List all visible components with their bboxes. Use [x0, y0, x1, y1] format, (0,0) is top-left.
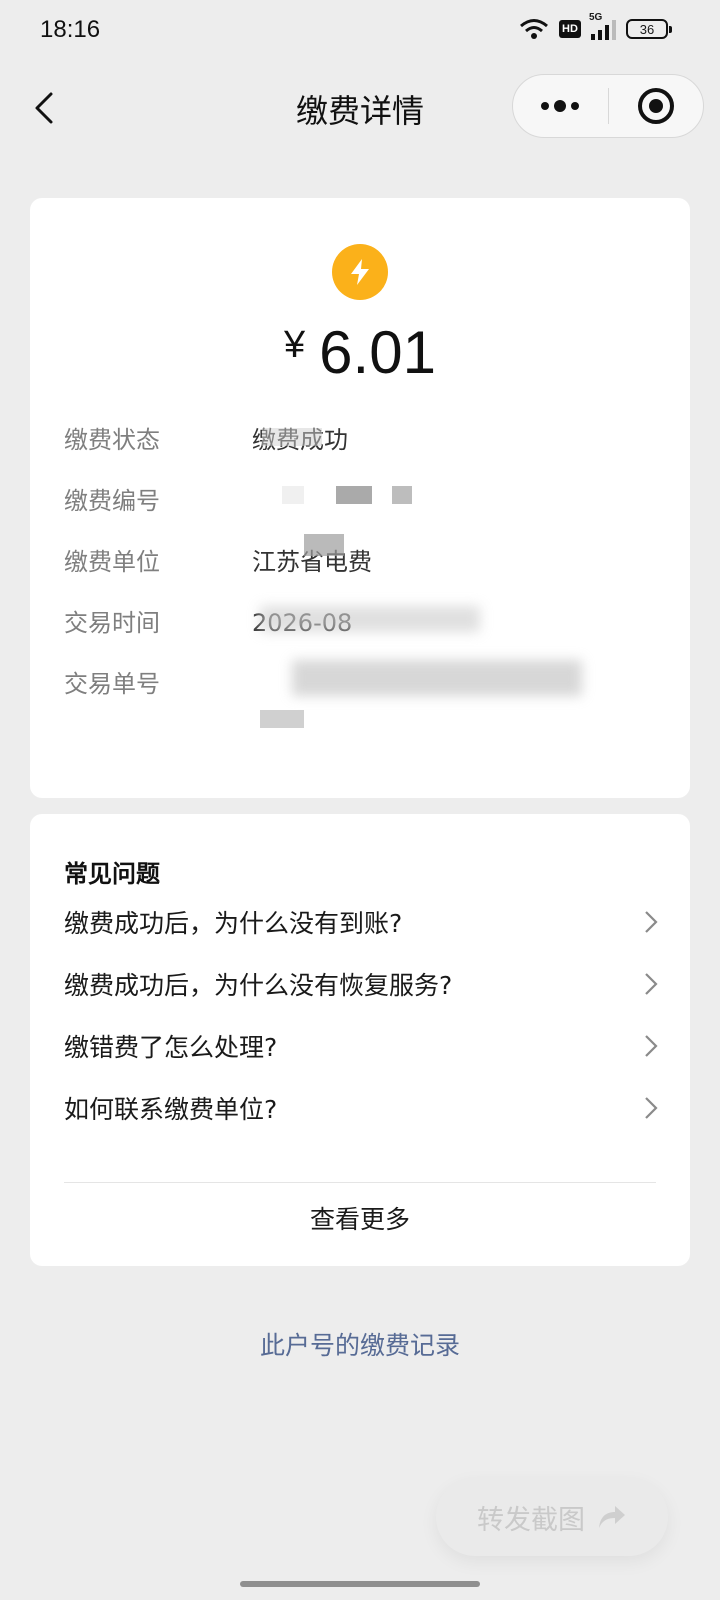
miniprogram-capsule	[512, 74, 704, 138]
currency-symbol: ¥	[284, 324, 306, 366]
chevron-right-icon	[645, 1097, 658, 1119]
faq-item[interactable]: 缴费成功后，为什么没有到账?	[64, 902, 658, 942]
detail-row-transaction: 交易单号	[64, 664, 252, 699]
battery-level: 36	[639, 21, 655, 37]
detail-row-number: 缴费编号	[64, 481, 252, 516]
faq-item[interactable]: 缴费成功后，为什么没有恢复服务?	[64, 964, 658, 1004]
target-close-icon	[637, 88, 674, 124]
payment-detail-card: ¥6.01 缴费状态缴费成功 缴费编号 缴费单位江苏省电费 交易时间2026-0…	[30, 198, 690, 798]
detail-label: 缴费单位	[64, 548, 160, 576]
network-label: 5G	[589, 12, 603, 23]
wifi-icon	[520, 19, 548, 39]
faq-item-label: 缴费成功后，为什么没有恢复服务?	[64, 971, 453, 1000]
chevron-right-icon	[645, 911, 658, 933]
redaction-mask	[260, 606, 480, 632]
detail-label: 交易时间	[64, 609, 160, 637]
redaction-mask	[282, 486, 304, 504]
share-button-label: 转发截图	[477, 1504, 585, 1536]
redaction-mask	[392, 486, 412, 504]
close-button[interactable]	[608, 75, 703, 137]
faq-item-label: 如何联系缴费单位?	[64, 1095, 278, 1124]
home-indicator[interactable]	[240, 1581, 480, 1587]
amount-value: 6.01	[319, 319, 436, 386]
detail-label: 交易单号	[64, 670, 160, 698]
battery-icon: 36	[626, 19, 672, 39]
faq-card: 常见问题 缴费成功后，为什么没有到账? 缴费成功后，为什么没有恢复服务? 缴错费…	[30, 814, 690, 1266]
status-bar: 18:16 HD 5G 36	[0, 0, 720, 64]
signal-icon: 5G	[589, 12, 616, 40]
share-screenshot-button[interactable]: 转发截图	[436, 1478, 668, 1556]
faq-item[interactable]: 缴错费了怎么处理?	[64, 1026, 658, 1066]
chevron-right-icon	[645, 1035, 658, 1057]
more-dots-icon	[541, 100, 580, 112]
faq-divider	[64, 1182, 656, 1183]
detail-label: 缴费状态	[64, 426, 160, 454]
nav-bar: 缴费详情	[0, 64, 720, 152]
more-button[interactable]	[513, 75, 608, 137]
see-more-button[interactable]: 查看更多	[30, 1200, 690, 1236]
lightning-bolt-icon	[332, 244, 388, 300]
status-time: 18:16	[40, 16, 101, 43]
faq-item-label: 缴错费了怎么处理?	[64, 1033, 278, 1062]
payment-amount: ¥6.01	[30, 318, 690, 387]
share-arrow-icon	[599, 1506, 625, 1528]
faq-title: 常见问题	[64, 860, 160, 888]
hd-badge: HD	[559, 20, 581, 38]
redaction-mask	[260, 710, 304, 728]
chevron-right-icon	[645, 973, 658, 995]
payment-records-link[interactable]: 此户号的缴费记录	[0, 1326, 720, 1362]
redaction-mask	[292, 660, 582, 696]
faq-item-label: 缴费成功后，为什么没有到账?	[64, 909, 403, 938]
status-icons: HD 5G 36	[519, 12, 672, 40]
faq-item[interactable]: 如何联系缴费单位?	[64, 1088, 658, 1128]
redaction-mask	[336, 486, 372, 504]
redaction-mask	[262, 428, 322, 446]
redaction-mask	[304, 534, 344, 556]
detail-label: 缴费编号	[64, 487, 160, 515]
